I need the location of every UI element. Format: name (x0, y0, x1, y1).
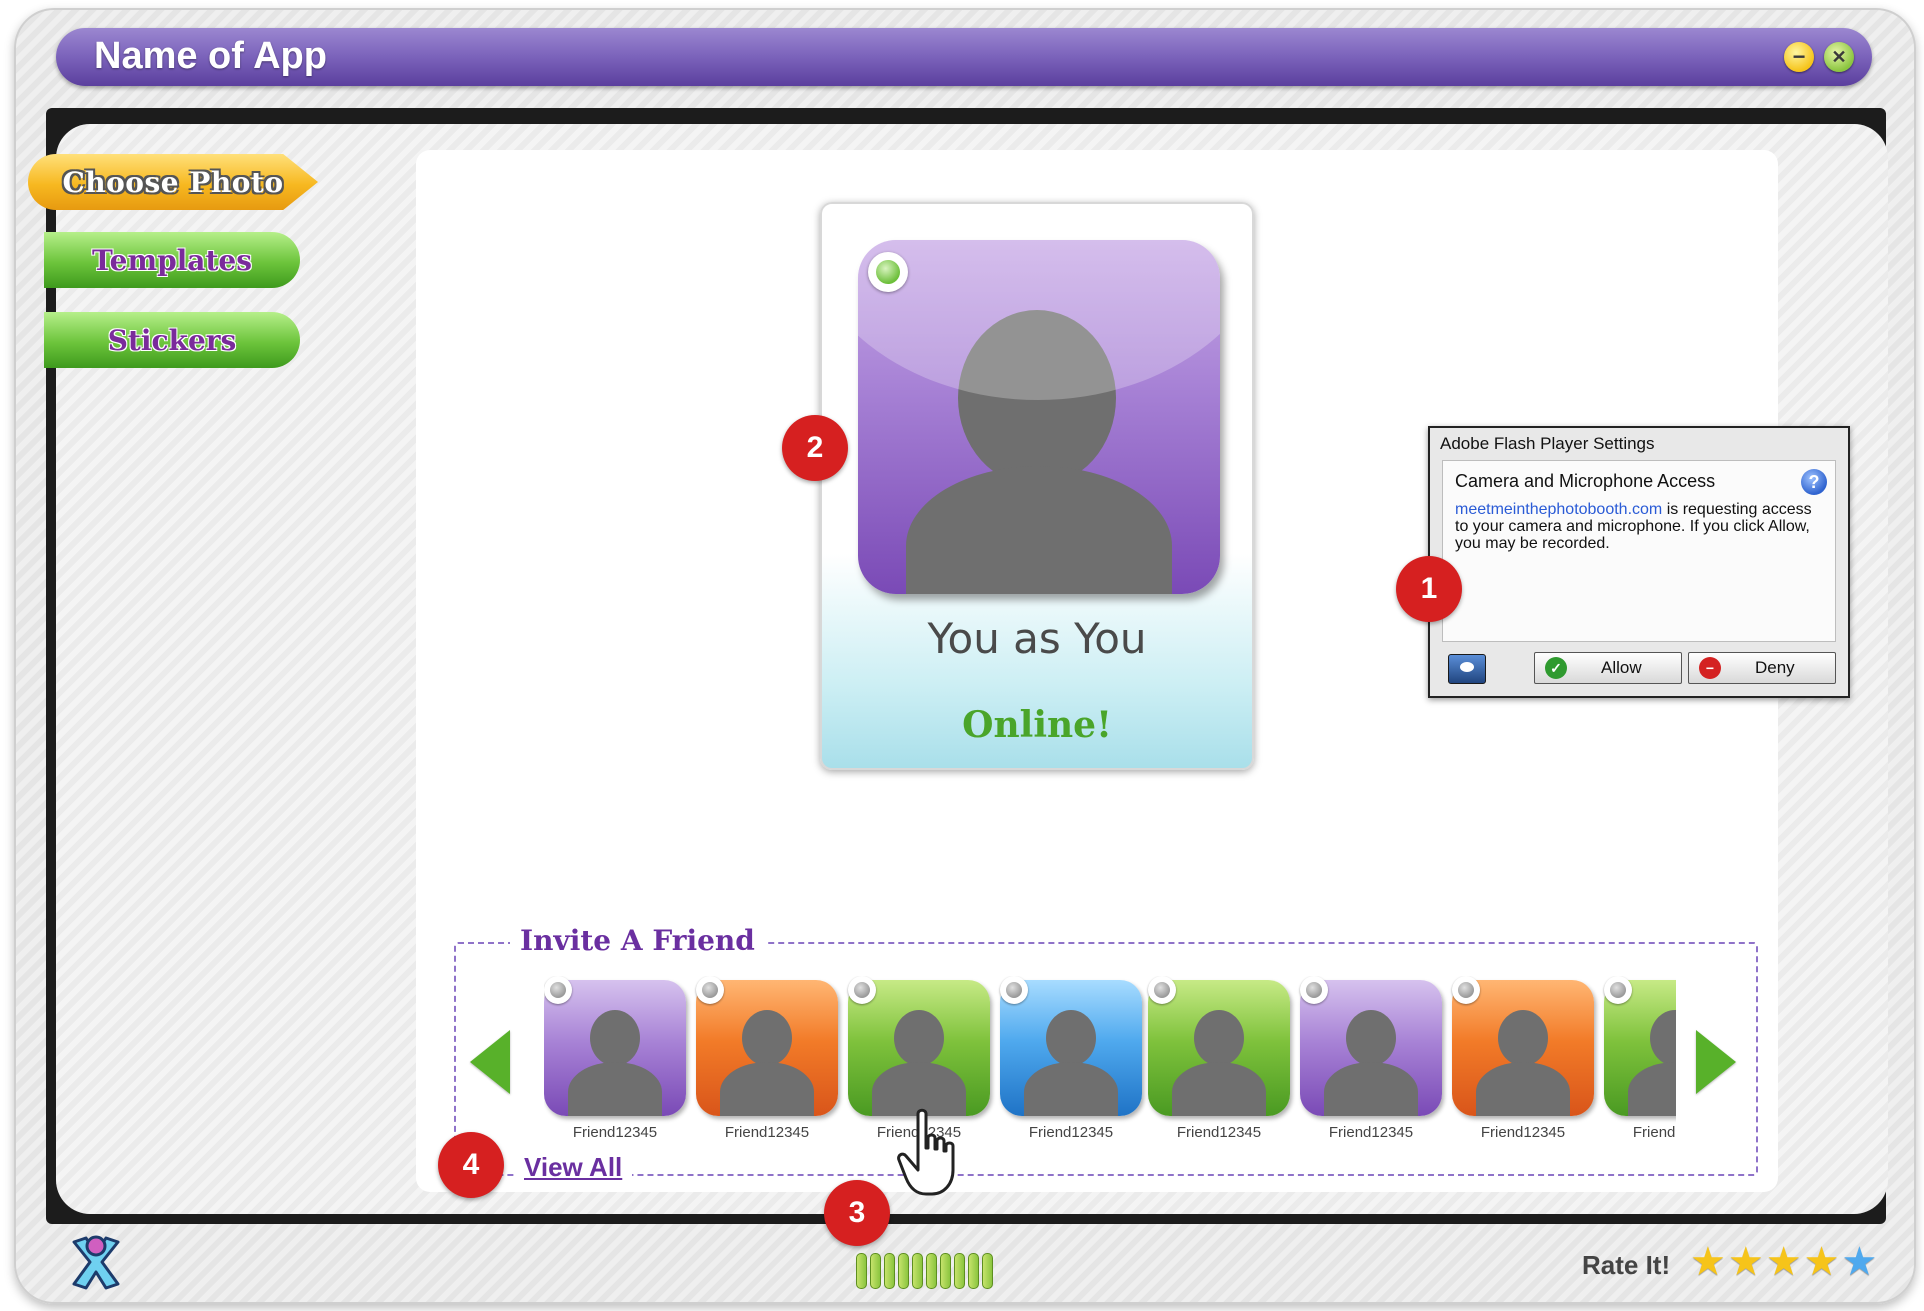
friend-status-icon (696, 976, 724, 1004)
friend-status-icon (1000, 976, 1028, 1004)
silhouette-head (1346, 1010, 1396, 1066)
friend-name: Friend12345 (1328, 1124, 1414, 1141)
friend-item[interactable]: Friend12345 (1000, 976, 1144, 1144)
tab-stickers[interactable]: Stickers (44, 312, 300, 368)
deny-icon: − (1699, 657, 1721, 679)
progress-segment (898, 1253, 909, 1289)
annotation-marker-4: 4 (438, 1132, 504, 1198)
friend-name: Friend12345 (1480, 1124, 1566, 1141)
camera-settings-icon[interactable] (1448, 654, 1486, 684)
silhouette-body (1324, 1062, 1418, 1116)
friend-item[interactable]: Friend12345 (1604, 976, 1676, 1144)
profile-photo[interactable] (858, 240, 1220, 594)
friend-status-icon (1604, 976, 1632, 1004)
photo-gloss (858, 240, 1220, 400)
check-icon: ✓ (1545, 657, 1567, 679)
close-button[interactable]: ✕ (1824, 42, 1854, 72)
friend-name: Friend12345 (1632, 1124, 1676, 1141)
dialog-body: Camera and Microphone Access ? meetmeint… (1442, 460, 1836, 642)
annotation-marker-2: 2 (782, 415, 848, 481)
silhouette-body (1476, 1062, 1570, 1116)
progress-segment (954, 1253, 965, 1289)
allow-label: Allow (1601, 658, 1642, 677)
friend-status-icon (848, 976, 876, 1004)
silhouette-head (1498, 1010, 1548, 1066)
silhouette-body (1024, 1062, 1118, 1116)
close-icon: ✕ (1831, 46, 1847, 67)
dialog-message: meetmeinthephotobooth.com is requesting … (1455, 501, 1827, 552)
progress-segment (968, 1253, 979, 1289)
silhouette-head (1194, 1010, 1244, 1066)
friend-status-icon (1300, 976, 1328, 1004)
app-logo-icon (72, 1235, 120, 1290)
prev-arrow-icon[interactable] (470, 1030, 510, 1094)
friend-item[interactable]: Friend12345 (696, 976, 840, 1144)
silhouette-body (720, 1062, 814, 1116)
dialog-subtitle: Camera and Microphone Access (1455, 471, 1716, 491)
deny-label: Deny (1755, 658, 1795, 677)
friend-name: Friend12345 (724, 1124, 810, 1141)
app-title: Name of App (94, 35, 327, 77)
view-all-link[interactable]: View All (514, 1152, 633, 1183)
tab-templates[interactable]: Templates (44, 232, 300, 288)
friend-name: Friend12345 (572, 1124, 658, 1141)
profile-name: You as You (927, 614, 1147, 663)
title-bar: Name of App − ✕ (56, 28, 1872, 86)
profile-status: Online! (962, 704, 1112, 746)
friend-status-icon (1148, 976, 1176, 1004)
silhouette-head (894, 1010, 944, 1066)
silhouette-body (1628, 1062, 1676, 1116)
star-icon[interactable]: ★ (1690, 1240, 1726, 1284)
annotation-marker-1: 1 (1396, 556, 1462, 622)
site-link[interactable]: meetmeinthephotobooth.com (1455, 501, 1662, 518)
silhouette-body (568, 1062, 662, 1116)
friend-name: Friend12345 (1028, 1124, 1114, 1141)
friends-carousel: Friend12345 Friend12345 Friend12345 Frie… (544, 976, 1676, 1146)
friend-status-icon (1452, 976, 1480, 1004)
next-arrow-icon[interactable] (1696, 1030, 1736, 1094)
rating-stars[interactable]: ★ ★ ★ ★ ★ (1690, 1240, 1877, 1284)
progress-segment (884, 1253, 895, 1289)
friend-name: Friend12345 (1176, 1124, 1262, 1141)
friend-item[interactable]: Friend12345 (544, 976, 688, 1144)
online-status-icon (868, 252, 908, 292)
tab-choose-photo[interactable]: Choose Photo (28, 154, 318, 210)
tab-label: Choose Photo (62, 165, 284, 199)
tab-label: Stickers (107, 323, 237, 357)
silhouette-head (1650, 1010, 1676, 1066)
progress-segment (926, 1253, 937, 1289)
deny-button[interactable]: − Deny (1688, 652, 1836, 684)
tab-label: Templates (92, 243, 252, 277)
minimize-button[interactable]: − (1784, 42, 1814, 72)
flash-permission-dialog: Adobe Flash Player Settings Camera and M… (1428, 426, 1850, 698)
friend-item[interactable]: Friend12345 (1300, 976, 1444, 1144)
minimize-icon: − (1792, 44, 1806, 69)
progress-segment (856, 1253, 867, 1289)
rate-label: Rate It! (1582, 1250, 1671, 1280)
progress-segment (982, 1253, 993, 1289)
hand-cursor-icon (897, 1108, 955, 1196)
profile-card[interactable]: You as You Online! (820, 202, 1254, 770)
friend-item[interactable]: Friend12345 (1452, 976, 1596, 1144)
progress-segment (870, 1253, 881, 1289)
help-icon[interactable]: ? (1801, 469, 1827, 495)
star-icon[interactable]: ★ (1841, 1240, 1877, 1284)
silhouette-body (1172, 1062, 1266, 1116)
annotation-marker-3: 3 (824, 1180, 890, 1246)
allow-button[interactable]: ✓ Allow (1534, 652, 1682, 684)
progress-segment (912, 1253, 923, 1289)
friend-item[interactable]: Friend12345 (1148, 976, 1292, 1144)
progress-bar (856, 1253, 993, 1289)
dialog-title: Adobe Flash Player Settings (1440, 434, 1655, 453)
progress-segment (940, 1253, 951, 1289)
star-icon[interactable]: ★ (1804, 1240, 1840, 1284)
silhouette-head (1046, 1010, 1096, 1066)
star-icon[interactable]: ★ (1766, 1240, 1802, 1284)
invite-title: Invite A Friend (510, 924, 765, 957)
friend-status-icon (544, 976, 572, 1004)
silhouette-head (590, 1010, 640, 1066)
star-icon[interactable]: ★ (1728, 1240, 1764, 1284)
silhouette-head (742, 1010, 792, 1066)
avatar-silhouette-body (906, 466, 1172, 594)
